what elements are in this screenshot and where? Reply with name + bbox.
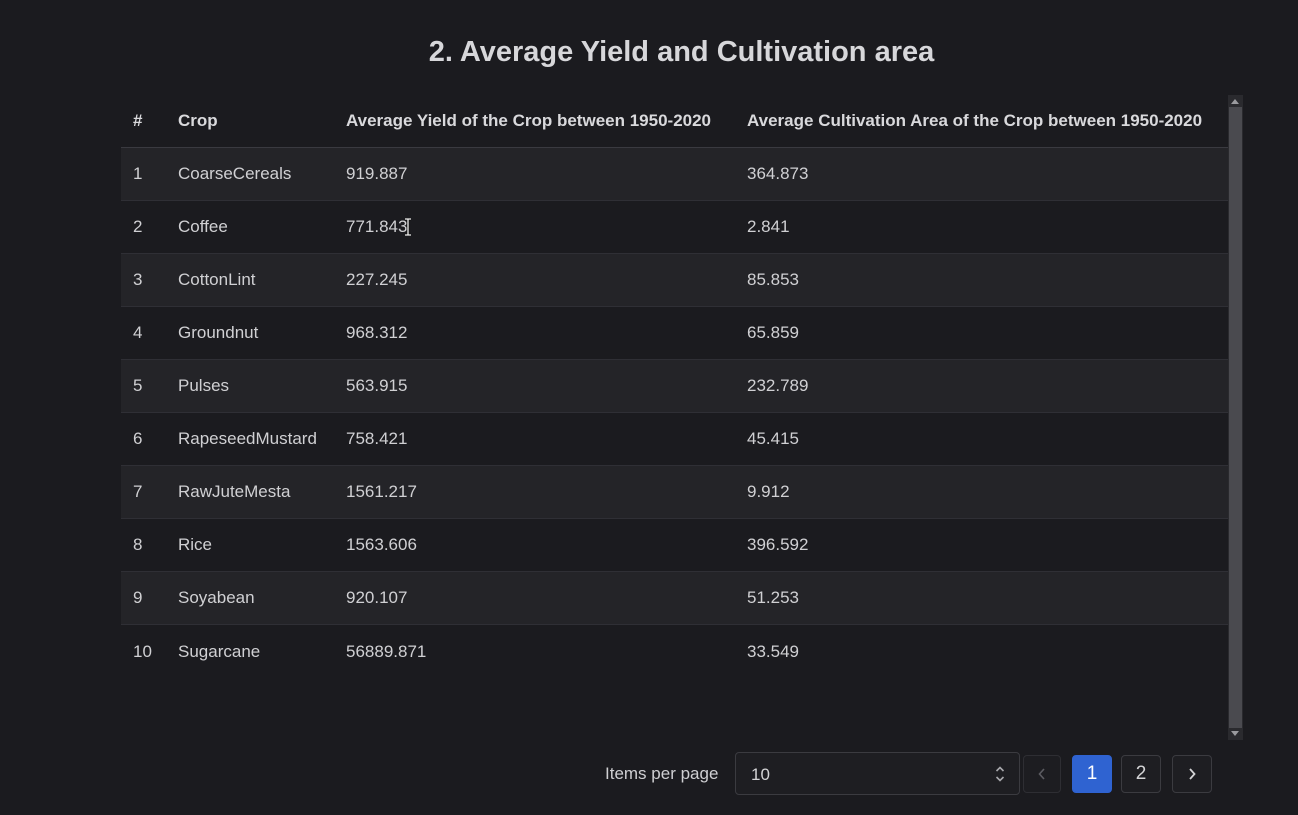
page: 2. Average Yield and Cultivation area # … bbox=[0, 0, 1298, 815]
cell-area: 51.253 bbox=[735, 571, 1228, 625]
chevron-right-icon bbox=[1187, 767, 1197, 781]
table-row: 10 Sugarcane 56889.871 33.549 bbox=[121, 624, 1228, 678]
page-1-button[interactable]: 1 bbox=[1072, 755, 1112, 793]
chevron-left-icon bbox=[1037, 767, 1047, 781]
cell-crop: Pulses bbox=[166, 359, 334, 413]
cell-index: 4 bbox=[121, 306, 166, 360]
table-row: 4 Groundnut 968.312 65.859 bbox=[121, 306, 1228, 360]
cell-crop: RawJuteMesta bbox=[166, 465, 334, 519]
scroll-up-arrow-icon[interactable] bbox=[1231, 99, 1239, 104]
next-page-button[interactable] bbox=[1172, 755, 1212, 793]
cell-index: 5 bbox=[121, 359, 166, 413]
cell-crop: Sugarcane bbox=[166, 624, 334, 678]
cell-crop: CottonLint bbox=[166, 253, 334, 307]
table-row: 8 Rice 1563.606 396.592 bbox=[121, 518, 1228, 572]
cell-yield: 758.421 bbox=[334, 412, 735, 466]
cell-crop: RapeseedMustard bbox=[166, 412, 334, 466]
cell-yield: 563.915 bbox=[334, 359, 735, 413]
cell-yield: 56889.871 bbox=[334, 624, 735, 678]
cell-yield: 919.887 bbox=[334, 147, 735, 201]
table-row: 9 Soyabean 920.107 51.253 bbox=[121, 571, 1228, 625]
scrollbar-thumb[interactable] bbox=[1229, 107, 1242, 728]
table-container: # Crop Average Yield of the Crop between… bbox=[121, 95, 1243, 740]
cell-crop: Rice bbox=[166, 518, 334, 572]
cell-yield: 968.312 bbox=[334, 306, 735, 360]
header-crop: Crop bbox=[166, 95, 334, 148]
crop-table: # Crop Average Yield of the Crop between… bbox=[121, 95, 1228, 678]
table-header-row: # Crop Average Yield of the Crop between… bbox=[121, 95, 1228, 148]
vertical-scrollbar[interactable] bbox=[1228, 95, 1243, 740]
table-row: 2 Coffee 771.843 2.841 bbox=[121, 200, 1228, 254]
cell-yield: 227.245 bbox=[334, 253, 735, 307]
cell-area: 2.841 bbox=[735, 200, 1228, 254]
cell-area: 9.912 bbox=[735, 465, 1228, 519]
table-scroll-area: # Crop Average Yield of the Crop between… bbox=[121, 95, 1228, 740]
cell-index: 10 bbox=[121, 624, 166, 678]
header-average-cultivation-area: Average Cultivation Area of the Crop bet… bbox=[735, 95, 1228, 148]
previous-page-button[interactable] bbox=[1023, 755, 1061, 793]
cell-area: 396.592 bbox=[735, 518, 1228, 572]
page-2-button[interactable]: 2 bbox=[1121, 755, 1161, 793]
cell-index: 9 bbox=[121, 571, 166, 625]
scroll-down-arrow-icon[interactable] bbox=[1231, 731, 1239, 736]
items-per-page-label: Items per page bbox=[605, 764, 719, 783]
cell-area: 232.789 bbox=[735, 359, 1228, 413]
cell-index: 2 bbox=[121, 200, 166, 254]
cell-yield: 771.843 bbox=[334, 200, 735, 254]
cell-crop: Groundnut bbox=[166, 306, 334, 360]
cell-index: 6 bbox=[121, 412, 166, 466]
section-title: 2. Average Yield and Cultivation area bbox=[428, 36, 935, 68]
cell-yield: 1563.606 bbox=[334, 518, 735, 572]
cell-crop: Coffee bbox=[166, 200, 334, 254]
cell-yield: 1561.217 bbox=[334, 465, 735, 519]
header-average-yield: Average Yield of the Crop between 1950-2… bbox=[334, 95, 735, 148]
table-row: 7 RawJuteMesta 1561.217 9.912 bbox=[121, 465, 1228, 519]
items-per-page-value: 10 bbox=[751, 765, 770, 784]
cell-area: 85.853 bbox=[735, 253, 1228, 307]
table-row: 6 RapeseedMustard 758.421 45.415 bbox=[121, 412, 1228, 466]
header-index: # bbox=[121, 95, 166, 148]
cell-crop: Soyabean bbox=[166, 571, 334, 625]
cell-index: 3 bbox=[121, 253, 166, 307]
table-row: 3 CottonLint 227.245 85.853 bbox=[121, 253, 1228, 307]
items-per-page-select[interactable]: 10 bbox=[735, 752, 1020, 795]
cell-index: 7 bbox=[121, 465, 166, 519]
pagination-bar: Items per page 10 1 2 bbox=[0, 752, 1298, 797]
cell-yield: 920.107 bbox=[334, 571, 735, 625]
cell-area: 364.873 bbox=[735, 147, 1228, 201]
cell-area: 33.549 bbox=[735, 624, 1228, 678]
cell-crop: CoarseCereals bbox=[166, 147, 334, 201]
cell-index: 8 bbox=[121, 518, 166, 572]
up-down-chevron-icon bbox=[995, 765, 1005, 783]
cell-area: 65.859 bbox=[735, 306, 1228, 360]
cell-index: 1 bbox=[121, 147, 166, 201]
cell-area: 45.415 bbox=[735, 412, 1228, 466]
table-row: 5 Pulses 563.915 232.789 bbox=[121, 359, 1228, 413]
table-row: 1 CoarseCereals 919.887 364.873 bbox=[121, 147, 1228, 201]
